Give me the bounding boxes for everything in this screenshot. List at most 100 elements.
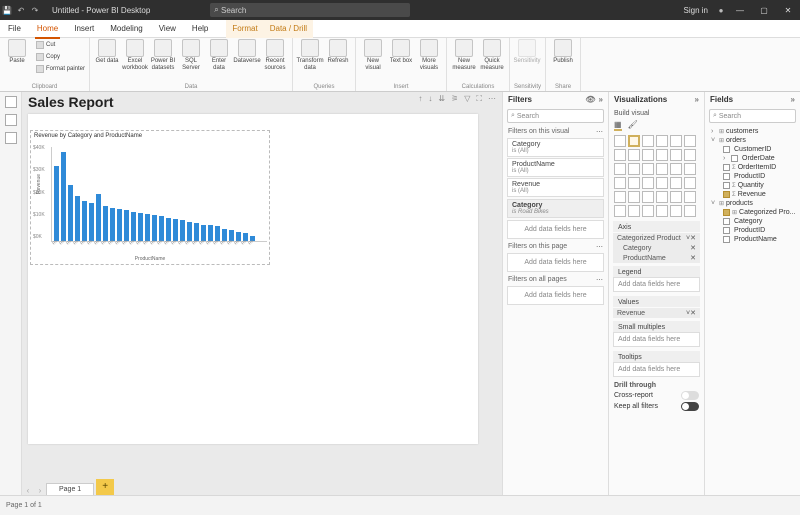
field-node[interactable]: ProductID [707,172,798,181]
viz-type-icon[interactable] [614,149,626,161]
viz-type-icon[interactable] [614,177,626,189]
field-node[interactable]: ⊞Categorized Pro... [707,208,798,217]
bar[interactable] [110,208,115,241]
viz-type-icon[interactable] [642,149,654,161]
small-multiples-drop[interactable]: Add data fields here [613,332,700,347]
bar[interactable] [75,196,80,241]
viz-type-icon[interactable] [628,191,640,203]
bar[interactable] [159,216,164,241]
viz-type-icon[interactable] [670,191,682,203]
global-search[interactable]: ⌕ Search [210,3,410,17]
next-page-icon[interactable]: › [34,486,46,495]
field-node[interactable]: CustomerID [707,145,798,154]
bar[interactable] [138,213,143,241]
viz-type-icon[interactable] [614,163,626,175]
viz-type-icon[interactable] [614,191,626,203]
viz-type-icon[interactable] [684,163,696,175]
section-more-icon[interactable]: ⋯ [596,276,603,284]
viz-type-icon[interactable] [684,177,696,189]
viz-type-icon[interactable] [656,163,668,175]
viz-type-icon[interactable] [628,149,640,161]
filter-icon[interactable]: ▽ [464,94,470,104]
get-data-button[interactable]: Get data [94,39,120,65]
viz-type-icon[interactable] [670,163,682,175]
bar[interactable] [68,185,73,241]
viz-type-icon[interactable] [642,205,654,217]
fields-search[interactable]: ⌕ Search [709,109,796,123]
remove-icon[interactable]: ✕ [690,309,696,317]
more-options-icon[interactable]: ⋯ [488,94,496,104]
bar[interactable] [54,166,59,241]
viz-type-icon[interactable] [670,135,682,147]
filter-card[interactable]: Revenueis (All) [507,178,604,197]
new-visual-button[interactable]: New visual [360,39,386,72]
copy-label[interactable]: Copy [46,54,60,60]
field-node[interactable]: ProductID [707,226,798,235]
section-more-icon[interactable]: ⋯ [596,128,603,136]
model-view-icon[interactable] [5,132,17,144]
filters-page-drop[interactable]: Add data fields here [507,253,604,272]
remove-icon[interactable]: ✕ [690,254,696,262]
viz-type-icon[interactable] [656,149,668,161]
recent-sources-button[interactable]: Recent sources [262,39,288,72]
bar[interactable] [166,218,171,242]
viz-type-icon[interactable] [642,191,654,203]
menu-insert[interactable]: Insert [66,20,102,38]
sign-in-link[interactable]: Sign in [678,6,714,15]
bar[interactable] [96,194,101,241]
bar[interactable] [145,214,150,241]
bar[interactable] [103,206,108,241]
maximize-button[interactable]: ▢ [752,6,776,15]
collapse-icon[interactable]: » [692,95,699,104]
field-node[interactable]: ›OrderDate [707,154,798,163]
bar[interactable] [173,219,178,241]
table-node[interactable]: ˅⊞orders [707,136,798,145]
viz-type-icon[interactable] [642,177,654,189]
close-button[interactable]: ✕ [776,6,800,15]
page-tab[interactable]: Page 1 [46,483,94,495]
quick-measure-button[interactable]: Quick measure [479,39,505,72]
drill-up-icon[interactable]: ↑ [418,94,422,104]
collapse-icon[interactable]: » [596,95,603,104]
enter-data-button[interactable]: Enter data [206,39,232,72]
field-node[interactable]: ΣOrderItemID [707,163,798,172]
menu-data-drill[interactable]: Data / Drill [264,20,313,38]
viz-type-icon[interactable] [614,205,626,217]
bar[interactable] [117,209,122,241]
remove-icon[interactable]: ✕ [690,234,696,242]
report-canvas[interactable]: Sales Report ↑ ↓ ⇊ ⚞ ▽ ⛶ ⋯ Revenue by Ca… [22,92,502,495]
filters-search[interactable]: ⌕ Search [507,109,604,123]
minimize-button[interactable]: — [728,6,752,15]
add-page-button[interactable]: + [96,479,114,495]
menu-view[interactable]: View [151,20,184,38]
sql-button[interactable]: SQL Server [178,39,204,72]
viz-type-icon[interactable] [656,135,668,147]
bar[interactable] [124,210,129,241]
undo-icon[interactable]: ↶ [14,6,28,15]
redo-icon[interactable]: ↷ [28,6,42,15]
viz-type-icon[interactable] [614,135,626,147]
field-node[interactable]: ProductName [707,235,798,244]
viz-type-icon[interactable] [684,135,696,147]
field-node[interactable]: Category [707,217,798,226]
focus-icon[interactable]: ⛶ [476,94,482,104]
refresh-button[interactable]: Refresh [325,39,351,65]
tooltips-drop[interactable]: Add data fields here [613,362,700,377]
build-tab-icon[interactable]: ▦ [614,120,622,131]
viz-type-icon[interactable] [628,205,640,217]
menu-home[interactable]: Home [29,20,66,38]
viz-type-icon[interactable] [684,149,696,161]
viz-type-icon[interactable] [670,149,682,161]
viz-type-icon[interactable] [656,205,668,217]
viz-type-icon[interactable] [684,191,696,203]
publish-button[interactable]: Publish [550,39,576,65]
filter-card[interactable]: ProductNameis (All) [507,158,604,177]
bar[interactable] [89,203,94,241]
legend-drop[interactable]: Add data fields here [613,277,700,292]
format-tab-icon[interactable]: 🖌 [628,120,638,131]
bar[interactable] [61,152,66,241]
save-icon[interactable]: 💾 [0,6,14,15]
excel-button[interactable]: Excel workbook [122,39,148,72]
filter-card[interactable]: Categoryis (All) [507,138,604,157]
cross-report-toggle[interactable] [681,391,699,400]
